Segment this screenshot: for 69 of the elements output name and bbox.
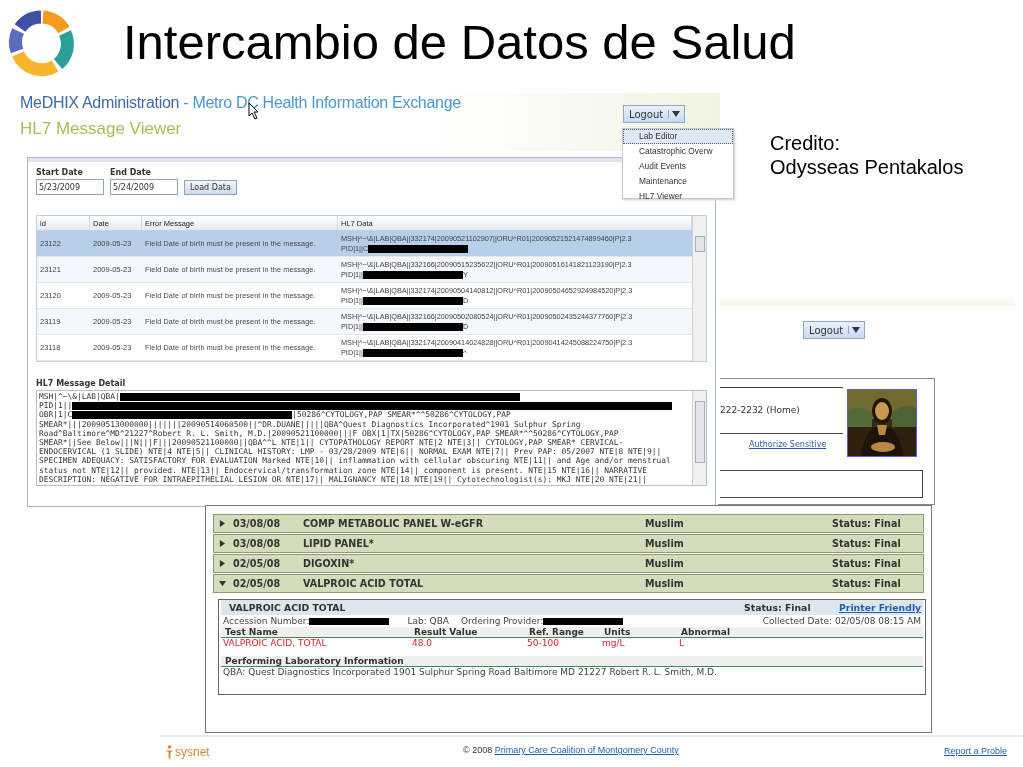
accession-label: Accession Number: xyxy=(223,616,310,626)
logout-button[interactable]: Logout xyxy=(623,105,686,123)
authorize-link[interactable]: Authorize Sensitive xyxy=(749,440,827,449)
test-name: DIGOXIN* xyxy=(303,558,356,569)
row-text: Muslim xyxy=(645,538,685,549)
column-header: Test Name xyxy=(225,627,279,637)
menu-item[interactable]: Catastrophic Overw xyxy=(623,144,733,159)
result-row[interactable]: 03/08/08 LIPID PANEL* Muslim Status: Final xyxy=(213,534,924,553)
result-row[interactable]: 02/05/08 VALPROIC ACID TOTAL Muslim Status: Final xyxy=(213,574,924,593)
result-date: 03/08/08 xyxy=(233,518,282,529)
start-date-field[interactable]: 5/23/2009 xyxy=(36,179,104,195)
test-name: VALPROIC ACID TOTAL xyxy=(303,578,425,589)
load-data-button[interactable]: Load Data xyxy=(184,180,237,195)
page-title: HL7 Message Viewer xyxy=(20,119,182,139)
column-header: Units xyxy=(604,627,632,637)
scrollbar[interactable] xyxy=(692,216,706,361)
test-name: LIPID PANEL* xyxy=(303,538,375,549)
column-header: Abnormal xyxy=(681,627,731,637)
credit-text: Credito: xyxy=(770,131,842,155)
figure-icon xyxy=(165,744,174,759)
status-text: Status: Final xyxy=(744,602,812,613)
printer-friendly-link[interactable]: Printer Friendly xyxy=(839,602,922,613)
menu-item[interactable]: Maintenance xyxy=(623,174,733,189)
collected-date: Collected Date: 02/05/08 08:15 AM xyxy=(762,616,921,626)
table-cell-text: 50-100 xyxy=(527,638,560,648)
status-text: Status: Final xyxy=(832,558,901,569)
result-date: 02/05/08 xyxy=(233,578,282,589)
report-problem-link[interactable]: Report a Proble xyxy=(944,746,1008,756)
table-cell-text: 48.0 xyxy=(412,638,434,648)
scrollbar[interactable] xyxy=(692,391,706,485)
app-title: MeDHIX Administration xyxy=(20,94,180,111)
status-text: Status: Final xyxy=(832,578,901,589)
detail-title: HL7 Message Detail xyxy=(36,379,127,388)
field-label: End Date xyxy=(110,168,152,177)
lab-text: Lab: QBA xyxy=(407,616,449,626)
section-header: Performing Laboratory Information xyxy=(221,656,923,667)
slide-title: Intercambio de Datos de Salud xyxy=(123,14,796,70)
sysnet-logo: sysnet xyxy=(165,744,210,759)
table-cell-text: L xyxy=(679,638,685,648)
logout-button[interactable]: Logout xyxy=(803,321,866,339)
row-text: Muslim xyxy=(645,578,685,589)
caret-icon xyxy=(848,326,861,334)
table-cell-text: mg/L xyxy=(602,638,626,648)
status-text: Status: Final xyxy=(832,538,901,549)
column-header: Result Value xyxy=(414,627,479,637)
logo-icon xyxy=(6,8,76,78)
row-text: Muslim xyxy=(645,518,685,529)
caret-icon xyxy=(668,110,681,118)
test-name: COMP METABOLIC PANEL W-eGFR xyxy=(303,518,485,529)
status-text: Status: Final xyxy=(832,518,901,529)
menu-item[interactable]: Lab Editor xyxy=(623,129,733,144)
phone-text: 222-2232 (Home) xyxy=(720,405,800,415)
menu-item[interactable]: Audit Events xyxy=(623,159,733,174)
table-cell-text: VALPROIC ACID, TOTAL xyxy=(223,638,328,648)
result-date: 03/08/08 xyxy=(233,538,282,549)
lab-info-text: QBA: Quest Diagnostics Incorporated 1901 Sulphur Spring Road Baltimore MD 21227 Robert R. L. Smith, M.D. xyxy=(222,667,718,677)
organization-link[interactable]: Primary Care Coalition of Montgomery County xyxy=(494,745,679,755)
detail-title: VALPROIC ACID TOTAL xyxy=(229,602,347,613)
credit-text: Odysseas Pentakalos xyxy=(770,155,964,179)
result-row[interactable]: 03/08/08 COMP METABOLIC PANEL W-eGFR Muslim Status: Final xyxy=(213,514,924,533)
provider-label: Ordering Provider: xyxy=(461,616,544,626)
end-date-field[interactable]: 5/24/2009 xyxy=(110,179,178,195)
field-label: Start Date xyxy=(36,168,84,177)
result-row[interactable]: 02/05/08 DIGOXIN* Muslim Status: Final xyxy=(213,554,924,573)
copyright-text: © 2008 xyxy=(463,745,493,755)
column-header: Ref. Range xyxy=(529,627,585,637)
row-text: Muslim xyxy=(645,558,685,569)
menu-item[interactable]: HL7 Viewer xyxy=(623,189,733,204)
result-date: 02/05/08 xyxy=(233,558,282,569)
